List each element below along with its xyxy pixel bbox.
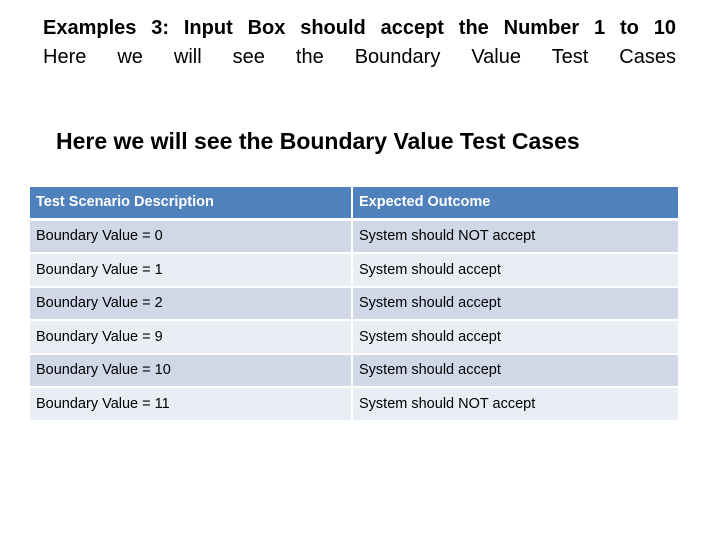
table-header-row: Test Scenario Description Expected Outco…: [30, 187, 678, 221]
test-cases-table: Test Scenario Description Expected Outco…: [30, 187, 678, 422]
table-row: Boundary Value = 11 System should NOT ac…: [30, 388, 678, 422]
column-header-outcome: Expected Outcome: [353, 187, 678, 221]
heading-title: Examples 3: Input Box should accept the …: [43, 17, 676, 39]
column-header-description: Test Scenario Description: [30, 187, 353, 221]
cell-description: Boundary Value = 11: [30, 388, 353, 422]
table-row: Boundary Value = 2 System should accept: [30, 287, 678, 321]
cell-outcome: System should NOT accept: [353, 388, 678, 422]
cell-outcome: System should accept: [353, 321, 678, 355]
slide-heading: Examples 3: Input Box should accept the …: [43, 14, 676, 72]
cell-outcome: System should accept: [353, 287, 678, 321]
table-row: Boundary Value = 1 System should accept: [30, 254, 678, 288]
section-title: Here we will see the Boundary Value Test…: [56, 128, 580, 154]
cell-description: Boundary Value = 1: [30, 254, 353, 288]
cell-description: Boundary Value = 0: [30, 220, 353, 254]
cell-outcome: System should accept: [353, 254, 678, 288]
table-row: Boundary Value = 10 System should accept: [30, 354, 678, 388]
heading-subtitle: Here we will see the Boundary Value Test…: [43, 46, 676, 68]
cell-description: Boundary Value = 9: [30, 321, 353, 355]
cell-outcome: System should accept: [353, 354, 678, 388]
table-row: Boundary Value = 9 System should accept: [30, 321, 678, 355]
table-row: Boundary Value = 0 System should NOT acc…: [30, 220, 678, 254]
cell-outcome: System should NOT accept: [353, 220, 678, 254]
cell-description: Boundary Value = 10: [30, 354, 353, 388]
cell-description: Boundary Value = 2: [30, 287, 353, 321]
